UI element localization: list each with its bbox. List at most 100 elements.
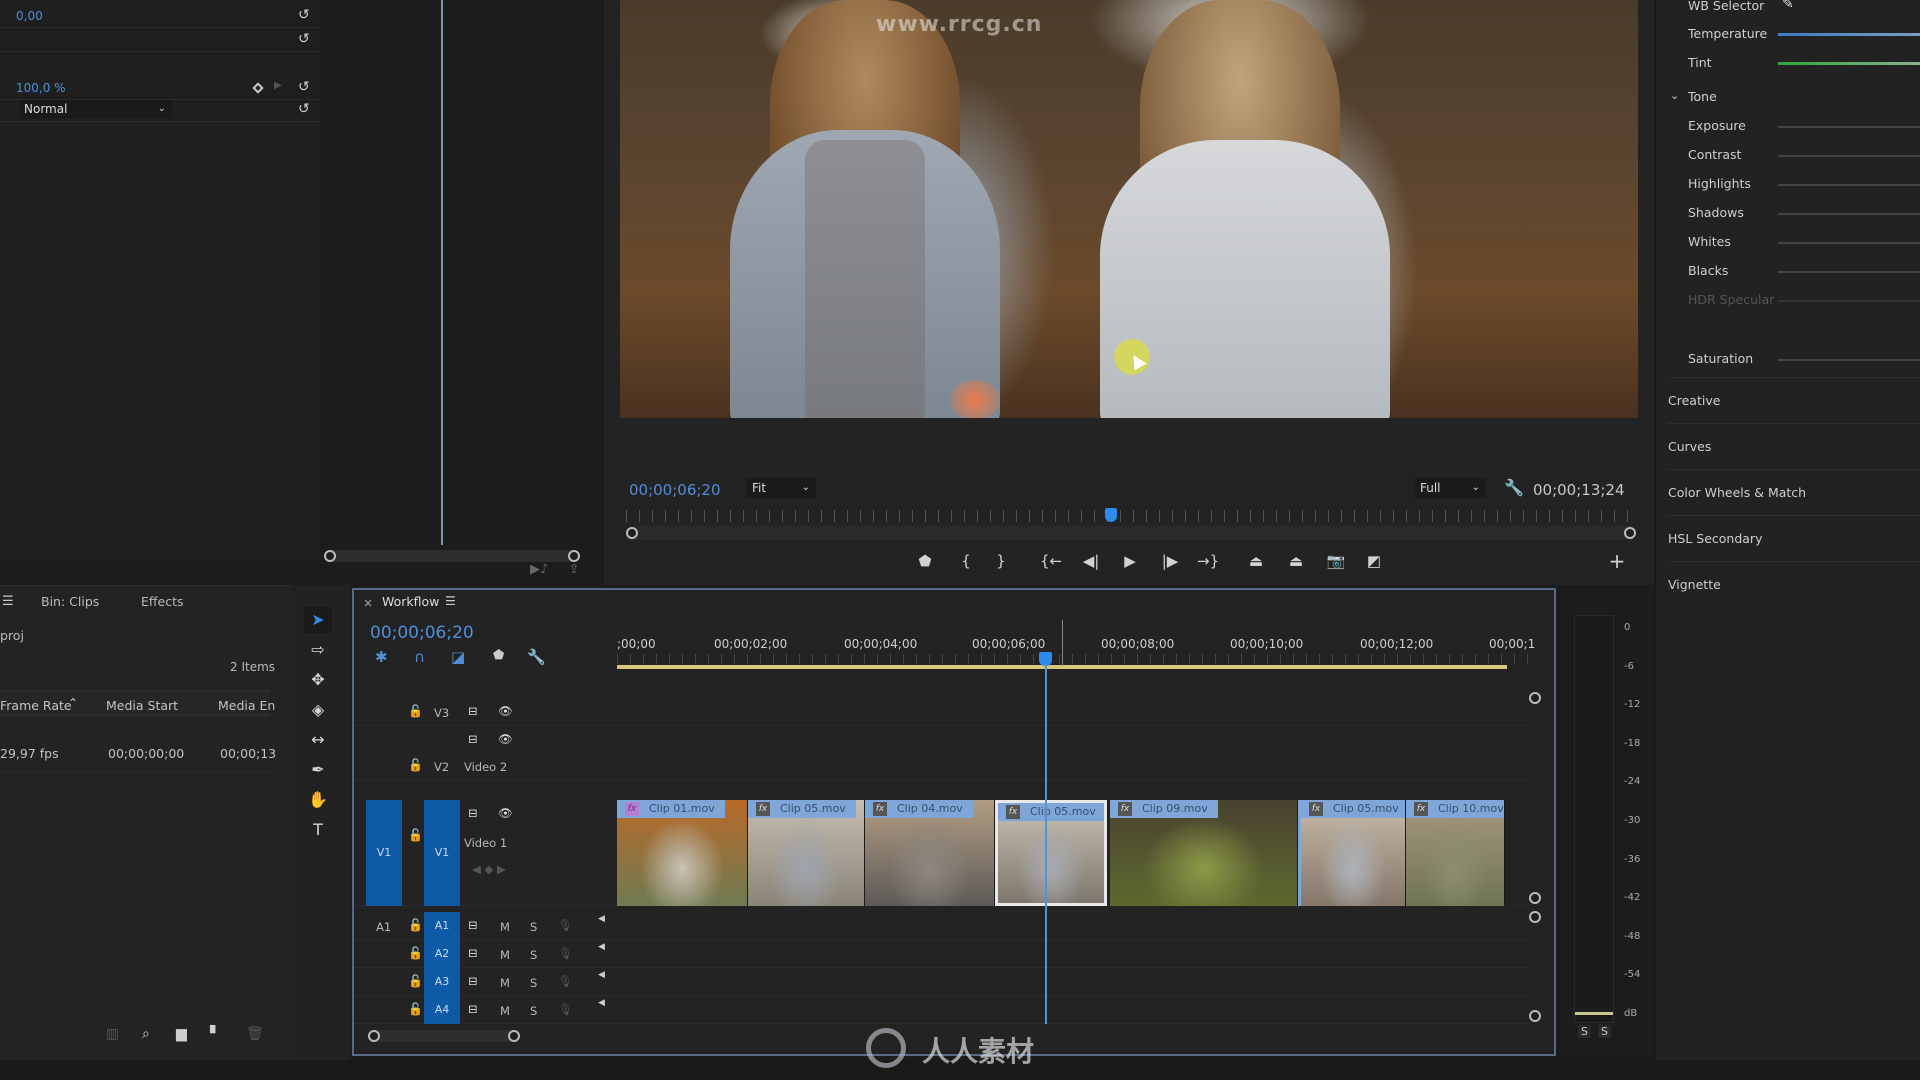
scroll-handle-right[interactable] bbox=[1624, 527, 1636, 539]
chevron-down-icon[interactable]: ⌄ bbox=[1670, 89, 1679, 102]
volume-icon[interactable]: ◀ bbox=[598, 970, 605, 980]
mark-in-button[interactable]: { bbox=[955, 550, 977, 572]
eye-icon[interactable]: 👁 bbox=[498, 806, 513, 820]
lock-icon[interactable]: 🔓 bbox=[408, 946, 423, 960]
mute-button[interactable]: M bbox=[500, 920, 510, 934]
volume-icon[interactable]: ◀ bbox=[598, 914, 605, 924]
program-playhead[interactable] bbox=[1104, 508, 1117, 522]
panel-menu-icon[interactable]: ☰ bbox=[445, 594, 456, 608]
tab-bin-clips[interactable]: Bin: Clips bbox=[41, 594, 99, 609]
mute-button[interactable]: M bbox=[500, 1004, 510, 1018]
ripple-edit-tool-icon[interactable]: ✥ bbox=[304, 667, 332, 693]
timeline-time-ruler[interactable] bbox=[617, 654, 1532, 664]
type-tool-icon[interactable]: T bbox=[304, 817, 332, 843]
blend-mode-select[interactable]: Normal ⌄ bbox=[20, 100, 172, 118]
solo-button[interactable]: S bbox=[530, 1004, 537, 1018]
new-bin-icon[interactable]: ▆ bbox=[176, 1026, 187, 1042]
voiceover-mic-icon[interactable]: 🎙 bbox=[558, 1002, 573, 1016]
effect-controls-scrollbar[interactable] bbox=[324, 550, 580, 562]
add-marker-button[interactable]: ⬟ bbox=[914, 550, 936, 572]
trash-icon[interactable]: 🗑 bbox=[246, 1026, 264, 1042]
source-patch-v1[interactable]: V1 bbox=[366, 800, 402, 906]
play-button[interactable]: ▶ bbox=[1119, 550, 1141, 572]
lift-button[interactable]: ⏏ bbox=[1245, 550, 1267, 572]
step-back-button[interactable]: ◀| bbox=[1080, 550, 1102, 572]
slip-tool-icon[interactable]: ↔ bbox=[304, 727, 332, 753]
track-target-v1[interactable]: V1 bbox=[424, 800, 460, 906]
whites-slider[interactable] bbox=[1778, 242, 1920, 244]
mute-button[interactable]: M bbox=[500, 948, 510, 962]
section-curves[interactable]: Curves bbox=[1668, 423, 1920, 469]
scroll-handle-left[interactable] bbox=[324, 550, 336, 562]
section-vignette[interactable]: Vignette bbox=[1668, 561, 1920, 607]
reset-icon[interactable]: ↺ bbox=[298, 80, 312, 94]
reset-icon[interactable]: ↺ bbox=[298, 32, 312, 46]
scroll-handle-left[interactable] bbox=[626, 527, 638, 539]
column-frame-rate[interactable]: Frame Rate bbox=[0, 698, 72, 713]
timeline-clip[interactable]: fx Clip 09.mov bbox=[1110, 800, 1298, 906]
toggle-sync-icon[interactable]: ⊟ bbox=[468, 946, 478, 960]
sort-ascending-icon[interactable]: ⌃ bbox=[68, 696, 78, 710]
pen-tool-icon[interactable]: ✒ bbox=[304, 757, 332, 783]
solo-button[interactable]: S bbox=[530, 920, 537, 934]
lock-icon[interactable]: 🔓 bbox=[408, 704, 423, 718]
timeline-settings-icon[interactable]: 🔧 bbox=[527, 648, 546, 666]
solo-button[interactable]: S bbox=[530, 976, 537, 990]
keyframe-nav-icon[interactable]: ◀ ◆ ▶ bbox=[472, 862, 506, 876]
solo-right-button[interactable]: S bbox=[1598, 1025, 1611, 1038]
timeline-horizontal-scrollbar[interactable] bbox=[368, 1030, 520, 1042]
scroll-handle-bottom[interactable] bbox=[1529, 1010, 1541, 1022]
close-sequence-icon[interactable]: × bbox=[363, 596, 373, 610]
track-target-a3[interactable]: A3 bbox=[424, 968, 460, 996]
column-media-start[interactable]: Media Start bbox=[106, 698, 178, 713]
lock-icon[interactable]: 🔓 bbox=[408, 974, 423, 988]
hand-tool-icon[interactable]: ✋ bbox=[304, 787, 332, 813]
linked-selection-icon[interactable]: ◪ bbox=[451, 648, 465, 666]
voiceover-mic-icon[interactable]: 🎙 bbox=[558, 974, 573, 988]
export-icon[interactable]: ⇪ bbox=[568, 562, 579, 577]
toggle-sync-icon[interactable]: ⊟ bbox=[468, 704, 478, 718]
wrench-settings-icon[interactable]: 🔧 bbox=[1504, 478, 1524, 497]
tone-header[interactable]: Tone bbox=[1688, 89, 1717, 104]
solo-button[interactable]: S bbox=[530, 948, 537, 962]
playback-resolution-select[interactable]: Full ⌄ bbox=[1414, 478, 1486, 498]
export-frame-button[interactable]: 📷 bbox=[1325, 550, 1347, 572]
mute-button[interactable]: M bbox=[500, 976, 510, 990]
extract-button[interactable]: ⏏ bbox=[1285, 550, 1307, 572]
toggle-sync-icon[interactable]: ⊟ bbox=[468, 732, 478, 746]
timeline-clip[interactable]: fx Clip 05.mov bbox=[1298, 800, 1406, 906]
new-item-icon[interactable]: ▘ bbox=[210, 1026, 221, 1042]
go-to-out-button[interactable]: →} bbox=[1197, 550, 1219, 572]
volume-icon[interactable]: ◀ bbox=[598, 998, 605, 1008]
search-icon[interactable]: ⌕ bbox=[142, 1026, 150, 1042]
eyedropper-icon[interactable]: ✎ bbox=[1782, 0, 1794, 12]
selection-tool-icon[interactable]: ➤ bbox=[304, 607, 332, 633]
track-target-a4[interactable]: A4 bbox=[424, 996, 460, 1024]
timeline-clip[interactable]: fx Clip 01.mov bbox=[617, 800, 748, 906]
scroll-handle-left[interactable] bbox=[368, 1030, 380, 1042]
track-target-a1[interactable]: A1 bbox=[424, 912, 460, 940]
reset-icon[interactable]: ↺ bbox=[298, 8, 312, 22]
freeform-view-icon[interactable]: ▥ bbox=[106, 1026, 119, 1042]
panel-menu-icon[interactable]: ☰ bbox=[2, 594, 14, 609]
scroll-handle-right[interactable] bbox=[508, 1030, 520, 1042]
go-to-in-button[interactable]: {← bbox=[1040, 550, 1062, 572]
next-keyframe-icon[interactable]: ▶ bbox=[274, 80, 282, 91]
solo-left-button[interactable]: S bbox=[1578, 1025, 1591, 1038]
exposure-slider[interactable] bbox=[1778, 126, 1920, 128]
voiceover-mic-icon[interactable]: 🎙 bbox=[558, 946, 573, 960]
track-target-a2[interactable]: A2 bbox=[424, 940, 460, 968]
scroll-handle-top[interactable] bbox=[1529, 911, 1541, 923]
effect-controls-playhead[interactable] bbox=[441, 0, 443, 545]
timeline-vertical-scrollbar[interactable] bbox=[1529, 692, 1541, 1022]
volume-icon[interactable]: ◀ bbox=[598, 942, 605, 952]
mark-out-button[interactable]: } bbox=[990, 550, 1012, 572]
nest-toggle-icon[interactable]: ✱ bbox=[375, 648, 388, 666]
button-editor-plus-icon[interactable]: + bbox=[1606, 550, 1628, 572]
scroll-handle-right[interactable] bbox=[568, 550, 580, 562]
razor-tool-icon[interactable]: ◈ bbox=[304, 697, 332, 723]
program-current-timecode[interactable]: 00;00;06;20 bbox=[629, 481, 721, 499]
shadows-slider[interactable] bbox=[1778, 213, 1920, 215]
step-forward-button[interactable]: |▶ bbox=[1159, 550, 1181, 572]
saturation-slider[interactable] bbox=[1778, 359, 1920, 361]
